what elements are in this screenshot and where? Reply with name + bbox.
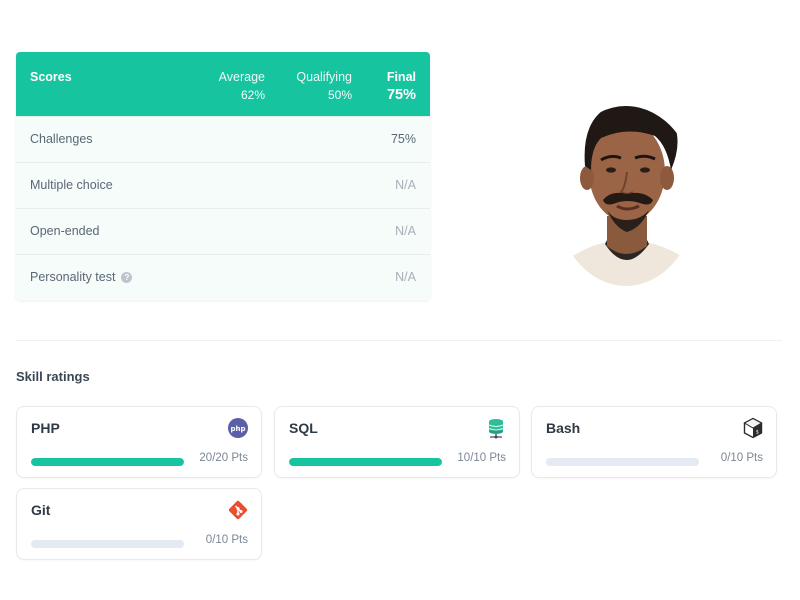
skill-progress-bar xyxy=(31,458,184,466)
score-row-label: Open-ended xyxy=(30,224,100,238)
score-row-value: N/A xyxy=(395,178,416,192)
skill-progress-fill xyxy=(289,458,442,466)
skill-points: 0/10 Pts xyxy=(205,534,248,546)
skill-points: 20/20 Pts xyxy=(199,452,248,464)
score-row-challenges: Challenges 75% xyxy=(16,116,430,162)
scores-title: Scores xyxy=(30,70,72,84)
final-value: 75% xyxy=(386,87,416,103)
score-row-label: Challenges xyxy=(30,132,93,146)
score-row-label: Personality test xyxy=(30,270,116,284)
php-icon: php xyxy=(228,418,248,438)
average-value: 62% xyxy=(240,88,265,102)
skill-progress-fill xyxy=(31,458,184,466)
skills-title: Skill ratings xyxy=(16,369,90,384)
skill-points: 10/10 Pts xyxy=(457,452,506,464)
candidate-photo xyxy=(555,106,697,286)
score-row-personality-test: Personality test ? N/A xyxy=(16,254,430,300)
score-row-label: Multiple choice xyxy=(30,178,113,192)
final-label: Final xyxy=(386,70,416,84)
scores-table: Scores Average 62% Qualifying 50% Final … xyxy=(16,52,430,300)
average-label: Average xyxy=(218,70,265,84)
score-row-value: N/A xyxy=(395,224,416,238)
skill-card-bash[interactable]: Bash $ 0/10 Pts xyxy=(531,406,777,478)
skill-card-git[interactable]: Git 0/10 Pts xyxy=(16,488,262,560)
qualifying-label: Qualifying xyxy=(296,70,352,84)
candidate-report: Scores Average 62% Qualifying 50% Final … xyxy=(0,0,800,600)
database-icon xyxy=(488,419,504,439)
question-icon[interactable]: ? xyxy=(121,271,133,283)
score-row-multiple-choice: Multiple choice N/A xyxy=(16,162,430,208)
qualifying-value: 50% xyxy=(327,88,352,102)
skill-name: SQL xyxy=(289,420,318,436)
qualifying-column: Qualifying 50% xyxy=(296,68,352,104)
skill-progress-bar xyxy=(289,458,442,466)
score-row-open-ended: Open-ended N/A xyxy=(16,208,430,254)
skill-name: Git xyxy=(31,502,51,518)
section-divider xyxy=(16,340,782,341)
score-row-value: 75% xyxy=(390,132,416,146)
average-column: Average 62% xyxy=(219,68,265,104)
skill-card-php[interactable]: PHP php 20/20 Pts xyxy=(16,406,262,478)
skill-progress-bar xyxy=(546,458,699,466)
svg-text:$: $ xyxy=(756,430,759,436)
skill-points: 0/10 Pts xyxy=(720,452,763,464)
skill-name: Bash xyxy=(546,420,581,436)
git-icon xyxy=(228,500,248,520)
score-row-value: N/A xyxy=(395,270,416,284)
skill-progress-bar xyxy=(31,540,184,548)
scores-header: Scores Average 62% Qualifying 50% Final … xyxy=(16,52,430,116)
skill-card-sql[interactable]: SQL 10/10 Pts xyxy=(274,406,520,478)
svg-text:php: php xyxy=(230,425,245,433)
skill-name: PHP xyxy=(31,420,60,436)
final-column: Final 75% xyxy=(387,68,416,104)
terminal-cube-icon: $ xyxy=(743,417,763,439)
